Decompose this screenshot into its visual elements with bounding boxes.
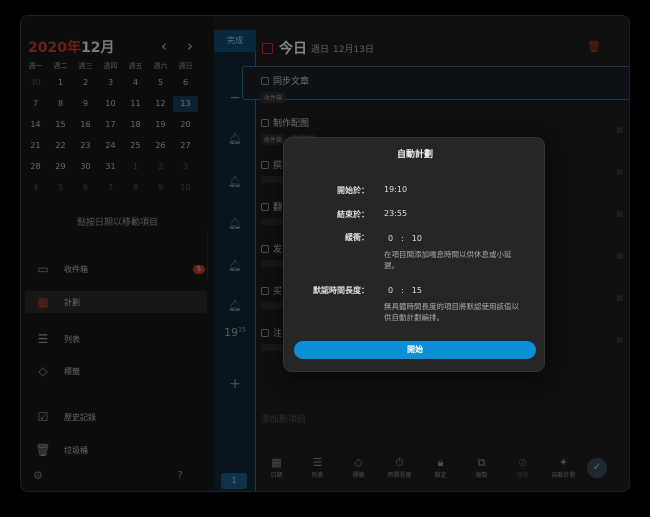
- default-duration-description: 無具體時間長度的項目將默認使用該值以供自動計劃編排。: [384, 302, 519, 322]
- buffer-label: 緩衝：: [345, 233, 369, 242]
- default-minutes[interactable]: 15: [412, 286, 422, 295]
- end-time-field[interactable]: 23:55: [384, 209, 407, 218]
- buffer-separator: :: [401, 234, 404, 243]
- default-hours[interactable]: 0: [388, 286, 393, 295]
- buffer-description: 在項目間添加喘息時間以供休息或小延遲。: [384, 250, 512, 270]
- buffer-minutes[interactable]: 10: [412, 234, 422, 243]
- dialog-title: 自動計劃: [396, 150, 433, 160]
- buffer-stepper[interactable]: 0 : 10: [388, 234, 422, 243]
- end-label: 結束於：: [337, 210, 369, 219]
- start-button[interactable]: 開始: [294, 341, 536, 359]
- buffer-hours[interactable]: 0: [388, 234, 393, 243]
- start-label: 開始於：: [337, 186, 369, 195]
- auto-plan-dialog: 自動計劃 開始於： 19:10 結束於： 23:55 緩衝： 0 : 10 在項…: [283, 137, 545, 372]
- default-duration-label: 默認時間長度：: [313, 286, 369, 295]
- start-time-field[interactable]: 19:10: [384, 185, 407, 194]
- default-separator: :: [401, 286, 404, 295]
- default-duration-stepper[interactable]: 0 : 15: [388, 286, 422, 295]
